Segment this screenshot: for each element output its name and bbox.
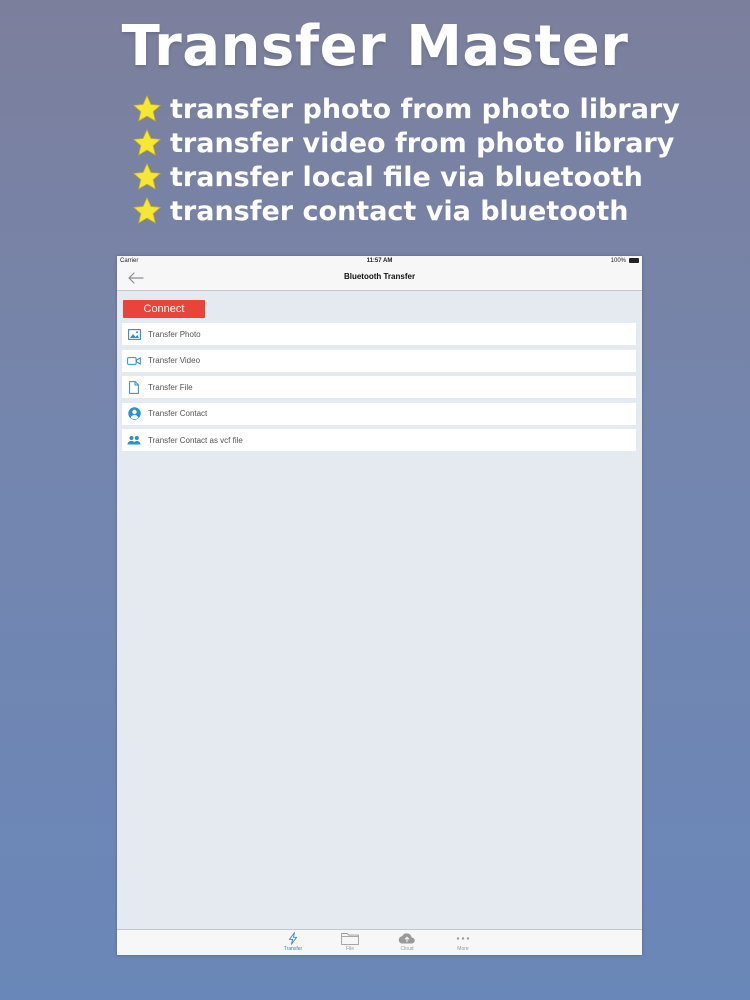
menu-item-label: Transfer Contact as vcf file — [148, 435, 243, 445]
star-icon — [132, 196, 162, 224]
menu-item-label: Transfer Contact — [148, 409, 208, 419]
tab-cloud[interactable]: Cloud — [392, 931, 422, 955]
contact-icon — [127, 407, 141, 421]
menu-item-transfer-video[interactable]: Transfer Video — [122, 349, 636, 372]
feature-text: transfer photo from photo library — [170, 93, 680, 125]
app-screen: Carrier 11:57 AM 100% Bluetooth Transfer… — [117, 256, 642, 955]
photo-icon — [127, 327, 141, 341]
promo-title: Transfer Master — [121, 14, 629, 79]
tab-label: Cloud — [400, 946, 414, 952]
star-icon — [132, 94, 162, 122]
status-battery-percent: 100% — [610, 258, 626, 264]
nav-title: Bluetooth Transfer — [343, 272, 416, 281]
tab-transfer[interactable]: Transfer — [278, 931, 308, 955]
menu-item-transfer-file[interactable]: Transfer File — [122, 376, 636, 399]
menu-item-transfer-contact-vcf[interactable]: Transfer Contact as vcf file — [122, 429, 636, 452]
contacts-group-icon — [127, 433, 141, 447]
cloud-icon — [398, 933, 415, 944]
menu-item-label: Transfer File — [148, 382, 193, 392]
menu-item-label: Transfer Photo — [148, 329, 201, 339]
tab-bar: Transfer File Cloud More — [117, 929, 642, 955]
feature-text: transfer contact via bluetooth — [170, 195, 629, 227]
tab-file[interactable]: File — [335, 931, 365, 955]
tab-label: Transfer — [283, 946, 303, 952]
bolt-icon — [289, 932, 298, 945]
feature-item: transfer local file via bluetooth — [132, 160, 680, 194]
star-icon — [132, 128, 162, 156]
battery-icon — [629, 258, 639, 263]
nav-bar: Bluetooth Transfer — [117, 266, 642, 291]
more-icon — [456, 937, 470, 940]
feature-text: transfer local file via bluetooth — [170, 161, 643, 193]
feature-text: transfer video from photo library — [170, 127, 675, 159]
tab-label: File — [345, 946, 355, 952]
feature-item: transfer photo from photo library — [132, 92, 680, 126]
tab-label: More — [457, 946, 469, 952]
menu-item-label: Transfer Video — [148, 356, 201, 366]
tab-more[interactable]: More — [448, 931, 478, 955]
connect-button[interactable]: Connect — [123, 300, 205, 318]
menu-item-transfer-contact[interactable]: Transfer Contact — [122, 402, 636, 425]
menu-item-transfer-photo[interactable]: Transfer Photo — [122, 323, 636, 345]
status-bar: Carrier 11:57 AM 100% — [117, 256, 642, 266]
feature-item: transfer contact via bluetooth — [132, 194, 680, 228]
status-time: 11:57 AM — [366, 258, 393, 264]
folder-icon — [341, 933, 359, 945]
feature-item: transfer video from photo library — [132, 126, 680, 160]
transfer-menu: Transfer Photo Transfer Video Transfer F… — [122, 323, 636, 456]
file-icon — [127, 380, 141, 394]
star-icon — [132, 162, 162, 190]
video-icon — [127, 354, 141, 368]
feature-list: transfer photo from photo library transf… — [132, 92, 680, 228]
